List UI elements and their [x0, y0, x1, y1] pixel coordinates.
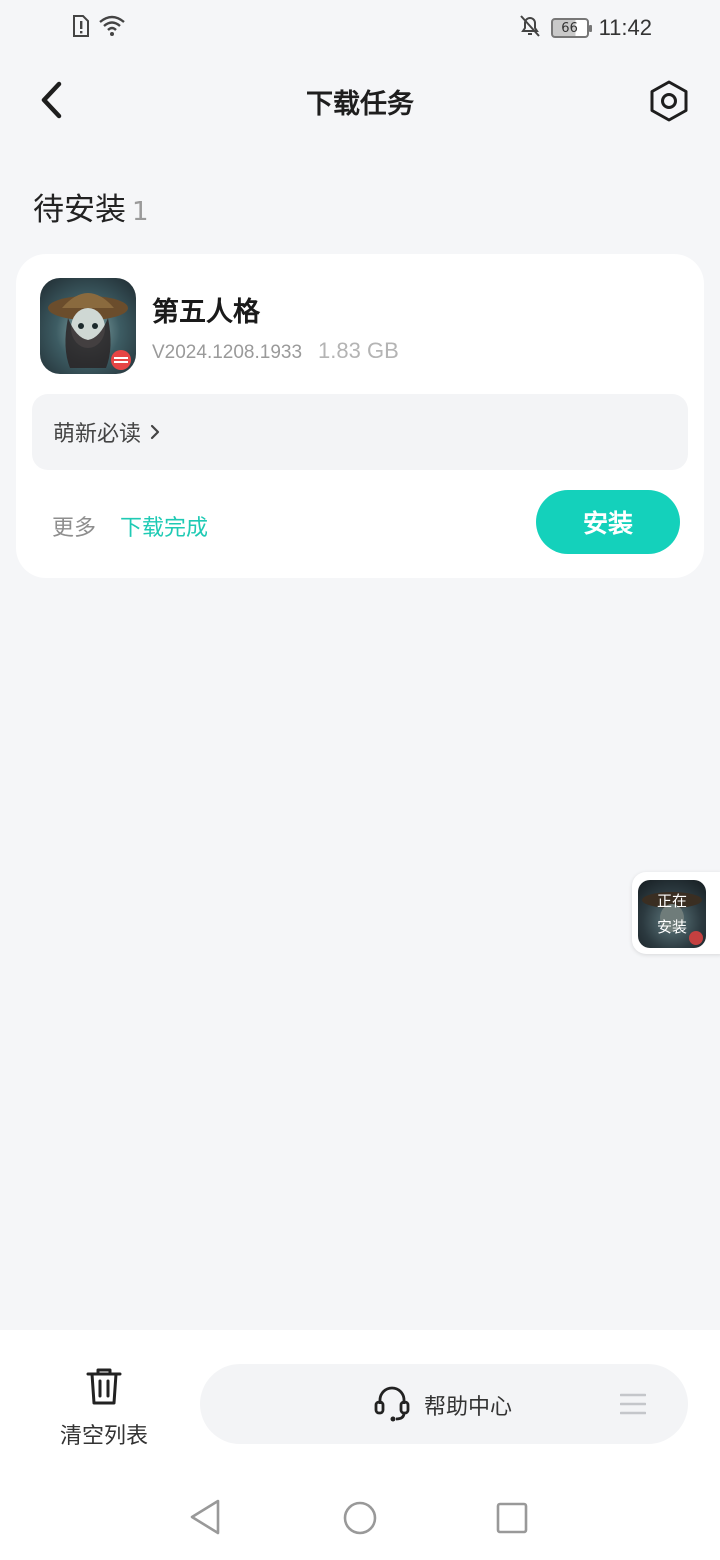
download-task-card: 第五人格 V2024.1208.1933 1.83 GB 萌新必读 更多 下载完… — [16, 254, 704, 578]
battery-icon: 66 — [550, 18, 592, 38]
headset-icon — [374, 1384, 410, 1426]
install-button[interactable]: 安装 — [536, 490, 680, 554]
header: 下载任务 — [0, 60, 720, 144]
installing-line1: 正在 — [656, 892, 687, 910]
page-title: 下载任务 — [306, 89, 414, 120]
system-nav-bar — [0, 1470, 720, 1560]
hexagon-settings-icon — [649, 80, 689, 126]
section-title-label: 待安装 — [33, 192, 126, 228]
status-time: 11:42 — [598, 15, 652, 40]
section-title: 待安装 1 — [33, 184, 149, 229]
more-button[interactable]: 更多 — [52, 510, 96, 542]
clear-list-button[interactable]: 清空列表 — [50, 1366, 158, 1450]
nav-home-icon[interactable] — [342, 1500, 378, 1540]
app-name: 第五人格 — [152, 297, 260, 328]
help-center-button[interactable]: 帮助中心 — [200, 1364, 688, 1444]
trash-icon — [85, 1366, 123, 1410]
section-count: 1 — [132, 197, 149, 227]
chevron-right-icon — [149, 423, 161, 441]
installing-text: 正在 安装 — [638, 888, 706, 940]
help-center-label: 帮助中心 — [424, 1395, 513, 1420]
installing-line2: 安装 — [656, 918, 687, 936]
app-meta: V2024.1208.1933 1.83 GB — [152, 338, 399, 364]
guide-label: 萌新必读 — [53, 422, 142, 447]
nav-back-icon[interactable] — [188, 1498, 222, 1540]
settings-button[interactable] — [646, 80, 692, 126]
app-size: 1.83 GB — [318, 338, 399, 363]
status-bar: 66 11:42 — [0, 0, 720, 56]
menu-icon[interactable] — [619, 1393, 647, 1419]
wifi-icon — [98, 15, 126, 41]
bottom-bar: 清空列表 帮助中心 — [0, 1330, 720, 1470]
bell-muted-icon — [519, 14, 541, 42]
nav-recent-icon[interactable] — [496, 1502, 528, 1538]
newbie-guide-link[interactable]: 萌新必读 — [32, 394, 688, 470]
download-status: 下载完成 — [120, 516, 209, 541]
installing-float-widget[interactable]: 正在 安装 — [632, 872, 720, 954]
app-icon[interactable] — [40, 278, 136, 374]
battery-level: 66 — [561, 20, 578, 36]
app-version: V2024.1208.1933 — [152, 342, 303, 363]
clear-list-label: 清空列表 — [59, 1424, 148, 1449]
sim-alert-icon — [70, 14, 90, 42]
